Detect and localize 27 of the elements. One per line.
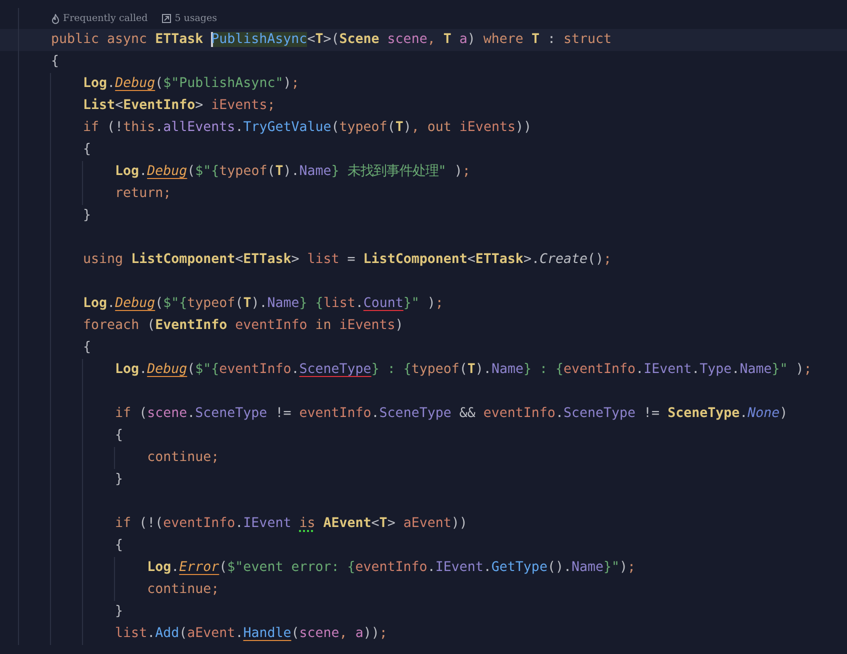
flame-icon	[52, 14, 59, 24]
code-line: }	[115, 603, 124, 621]
code-line: }	[83, 207, 92, 225]
code-line: continue;	[147, 449, 220, 467]
code-line: {	[115, 537, 124, 555]
code-line: {	[83, 339, 92, 357]
code-line: {	[115, 427, 124, 445]
usages-link[interactable]: 5 usages	[162, 13, 218, 24]
code-line: List<EventInfo> iEvents;	[83, 97, 276, 115]
code-line: Log.Debug($"{typeof(T).Name} 未找到事件处理" );	[115, 162, 470, 181]
code-line: if (scene.SceneType != eventInfo.SceneType && eventInfo.SceneType != SceneType.None)	[115, 405, 788, 423]
code-line: list.Add(aEvent.Handle(scene, a));	[115, 625, 388, 643]
arrow-box-icon	[162, 14, 171, 23]
code-line: using ListComponent<ETTask> list = ListComponent<ETTask>.Create();	[83, 251, 612, 269]
code-line: Log.Debug($"PublishAsync");	[83, 75, 300, 93]
code-line: {	[83, 141, 92, 159]
code-line: if (!this.allEvents.TryGetValue(typeof(T), out iEvents))	[83, 119, 532, 137]
code-line: Log.Error($"event error: {eventInfo.IEvent.GetType().Name}");	[147, 559, 636, 577]
code-line: foreach (EventInfo eventInfo in iEvents)	[83, 317, 404, 335]
code-line: return;	[115, 185, 172, 203]
code-line: }	[115, 471, 124, 489]
code-line: Log.Debug($"{eventInfo.SceneType} : {typeof(T).Name} : {eventInfo.IEvent.Type.Name}" );	[115, 361, 812, 379]
code-line: continue;	[147, 581, 220, 599]
code-line: {	[51, 53, 60, 71]
hint-label: Frequently called	[52, 13, 148, 24]
code-line: Log.Debug($"{typeof(T).Name} {list.Count}" );	[83, 295, 444, 313]
code-line: if (!(eventInfo.IEvent is AEvent<T> aEvent))	[115, 515, 468, 533]
